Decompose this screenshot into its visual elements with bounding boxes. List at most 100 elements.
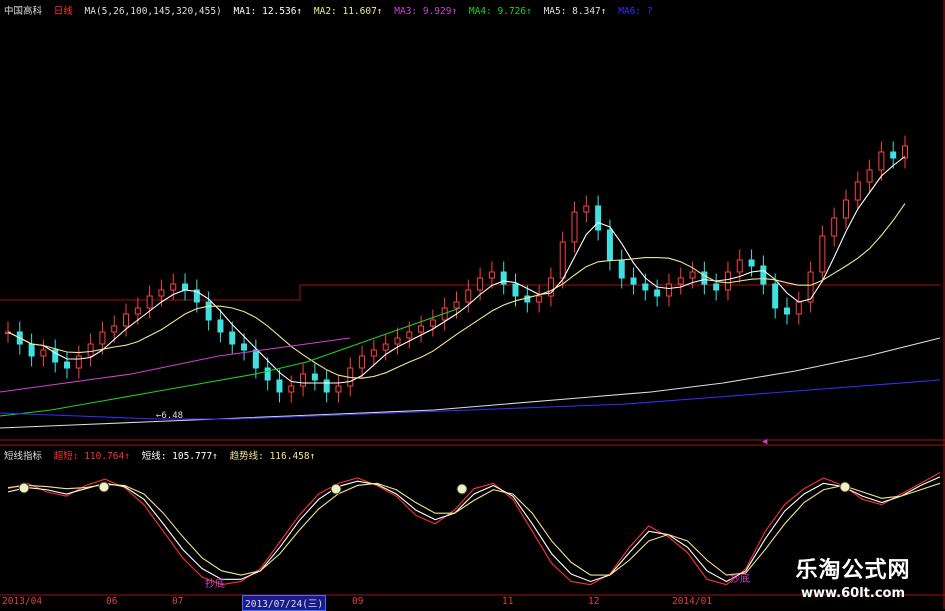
candlestick-series — [5, 135, 908, 403]
ma-line-2 — [7, 203, 906, 379]
x-tick-label: 09 — [352, 596, 364, 607]
trend-line-value: 趋势线: 116.458↑ — [229, 451, 316, 462]
candle-body — [559, 241, 566, 279]
candle-body — [323, 379, 330, 393]
candle-body — [205, 301, 212, 321]
signal-markers — [18, 481, 851, 495]
candle-body — [689, 271, 696, 279]
candle-body — [831, 217, 838, 237]
candle-body — [854, 181, 861, 201]
low-price-annotation: ←6.48 — [156, 411, 183, 421]
x-tick-label: 2014/01 — [672, 596, 713, 607]
short-line-value: 短线: 105.777↑ — [141, 451, 218, 462]
ma-params: MA(5,26,100,145,320,455) — [84, 6, 222, 17]
candle-body — [642, 283, 649, 291]
ma5-value: MA5: 8.347↑ — [543, 6, 607, 17]
candle-body — [87, 343, 94, 357]
candle-body — [370, 349, 377, 357]
candle-body — [252, 349, 259, 369]
candle-body — [241, 343, 248, 351]
candle-body — [28, 343, 35, 357]
candle-body — [724, 271, 731, 291]
ma-line-6 — [0, 379, 941, 420]
ma-line-3 — [0, 337, 351, 393]
candle-body — [488, 271, 495, 279]
candle-body — [772, 283, 779, 309]
ma1-value: MA1: 12.536↑ — [233, 6, 303, 17]
candle-body — [453, 301, 460, 309]
candle-body — [276, 379, 283, 393]
candle-body — [311, 373, 318, 381]
candle-body — [654, 289, 661, 297]
candle-body — [783, 307, 790, 315]
candle-body — [606, 229, 613, 261]
candle-body — [760, 265, 767, 285]
price-legend: 中国高科 日线 MA(5,26,100,145,320,455) MA1: 12… — [4, 3, 659, 17]
candle-body — [359, 355, 366, 369]
candle-body — [394, 337, 401, 345]
candle-body — [595, 205, 602, 231]
bottom-signal-label-2: 抄底 — [730, 572, 750, 585]
candle-body — [677, 277, 684, 285]
ma2-value: MA2: 11.607↑ — [313, 6, 383, 17]
smiley-signal-icon — [839, 481, 851, 493]
candle-body — [406, 331, 413, 339]
pink-arrow-marker: ◀ — [762, 437, 768, 447]
smiley-signal-icon — [330, 483, 342, 495]
candle-body — [795, 301, 802, 315]
candle-body — [465, 289, 472, 303]
candle-body — [134, 307, 141, 315]
candle-body — [123, 313, 130, 327]
indicator-name: 短线指标 — [4, 451, 43, 462]
candle-body — [182, 283, 189, 291]
candle-body — [618, 259, 625, 279]
candle-body — [866, 169, 873, 183]
candle-body — [512, 283, 519, 297]
candle-body — [75, 355, 82, 369]
bottom-signal-label-1: 抄底 — [205, 577, 225, 590]
candle-body — [630, 277, 637, 285]
candle-body — [229, 331, 236, 345]
candle-body — [170, 283, 177, 291]
candle-body — [748, 259, 755, 267]
x-tick-label: 07 — [172, 596, 184, 607]
watermark-url: www.60lt.com — [800, 586, 906, 601]
x-tick-label: 2013/04 — [2, 596, 43, 607]
candle-body — [40, 349, 47, 357]
candle-body — [64, 361, 71, 369]
candle-body — [300, 373, 307, 387]
ma3-value: MA3: 9.929↑ — [394, 6, 458, 17]
smiley-signal-icon — [456, 483, 468, 495]
x-tick-label: 06 — [106, 596, 118, 607]
candle-body — [158, 289, 165, 297]
stock-chart[interactable]: ←6.48 ◀ 抄底 抄底 — [0, 0, 945, 609]
ma4-value: MA4: 9.726↑ — [468, 6, 532, 17]
x-tick-label: 12 — [588, 596, 600, 607]
x-tick-label: 11 — [502, 596, 514, 607]
candle-body — [111, 325, 118, 333]
candle-body — [890, 151, 897, 159]
candle-body — [713, 283, 720, 291]
candle-body — [736, 259, 743, 273]
candle-body — [382, 343, 389, 351]
candle-body — [902, 145, 908, 159]
candle-body — [217, 319, 224, 333]
candle-body — [842, 199, 849, 219]
oscillator-legend: 短线指标 超短: 110.764↑ 短线: 105.777↑ 趋势线: 116.… — [4, 448, 321, 462]
candle-body — [335, 385, 342, 393]
candle-body — [477, 277, 484, 291]
candle-body — [536, 295, 543, 303]
candle-body — [571, 211, 578, 243]
ma-line-1 — [7, 156, 906, 384]
watermark-title: 乐淘公式网 — [795, 558, 911, 583]
super-short-value: 超短: 110.764↑ — [53, 451, 130, 462]
candle-body — [807, 271, 814, 303]
candle-body — [583, 205, 590, 213]
smiley-signal-icon — [98, 481, 110, 493]
watermark: 乐淘公式网 www.60lt.com — [769, 552, 937, 601]
stock-name: 中国高科 — [4, 6, 43, 17]
candle-body — [418, 325, 425, 333]
candle-body — [264, 367, 271, 381]
candle-body — [288, 385, 295, 393]
candle-body — [878, 151, 885, 171]
